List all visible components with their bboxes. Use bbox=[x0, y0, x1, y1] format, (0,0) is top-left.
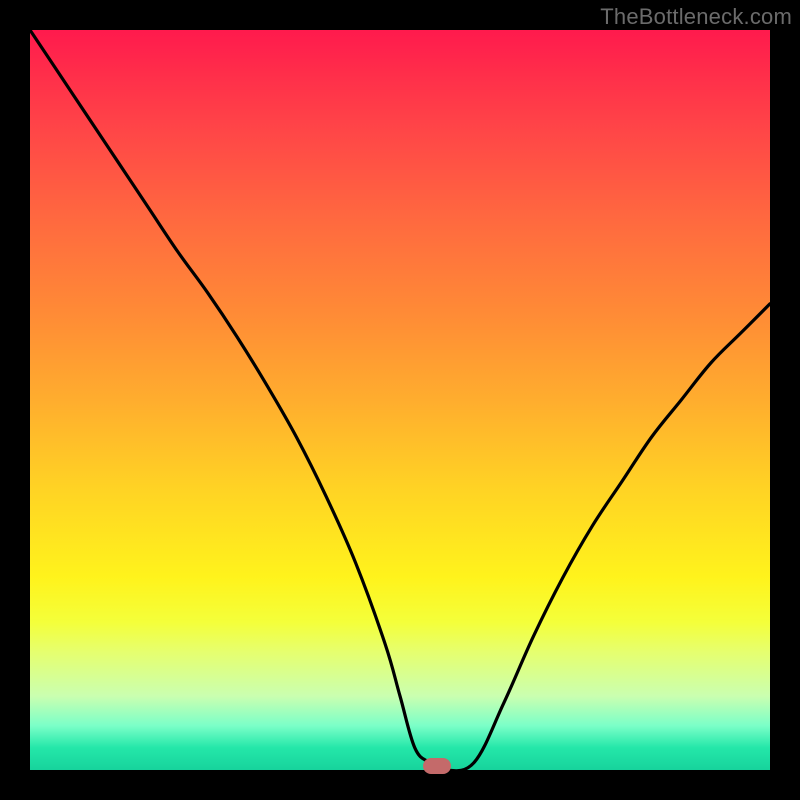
curve-path bbox=[30, 30, 770, 771]
chart-frame: TheBottleneck.com bbox=[0, 0, 800, 800]
watermark-text: TheBottleneck.com bbox=[600, 4, 792, 30]
bottleneck-curve bbox=[30, 30, 770, 770]
plot-area bbox=[30, 30, 770, 770]
minimum-marker bbox=[423, 758, 451, 774]
